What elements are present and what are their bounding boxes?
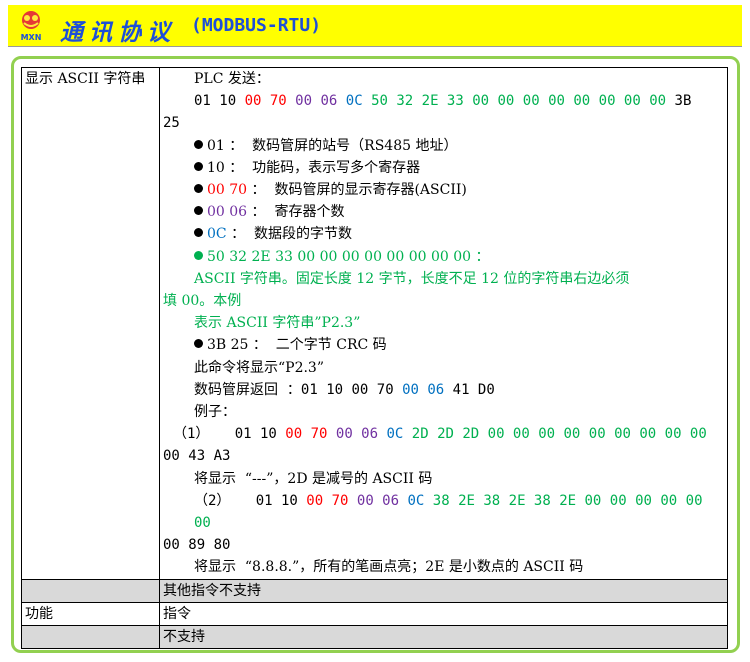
example-2-frame: （2） 01 10 00 70 00 06 0C 38 2E 38 2E 38 …: [194, 492, 703, 532]
bullet-register: 00 70 ： 数码管屏的显示寄存器(ASCII): [163, 179, 724, 201]
bullet-icon: [194, 339, 203, 349]
title-chinese: 通讯协议: [60, 19, 176, 46]
bullet-icon: [194, 228, 203, 238]
bullet-data: 50 32 2E 33 00 00 00 00 00 00 00 00 ：: [163, 246, 724, 268]
ascii-label-cell: 显示 ASCII 字符串: [21, 67, 160, 580]
data-desc-2: 填 00。本例: [163, 293, 242, 310]
ascii-label: 显示 ASCII 字符串: [25, 71, 146, 87]
function-row: 功能 指令: [21, 601, 728, 627]
example-1-frame-cont: 00 43 A3: [163, 448, 231, 465]
empty-cell: [21, 578, 160, 603]
command-display-note: 此命令将显示“P2.3”: [194, 359, 324, 376]
protocol-table: 显示 ASCII 字符串 PLC 发送： 01 10 00 70 00 06 0…: [21, 67, 728, 650]
bullet-icon: [194, 206, 203, 216]
bullet-function: 10 ： 功能码，表示写多个寄存器: [163, 157, 724, 179]
bullet-bytes: 0C ： 数据段的字节数: [163, 223, 724, 245]
example-1-note: 将显示 “---”，2D 是减号的 ASCII 码: [194, 470, 433, 487]
request-frame-crc: 25: [163, 115, 180, 132]
data-desc-3: 表示 ASCII 字符串”P2.3”: [194, 315, 361, 332]
title-bar: MXN 通讯协议 (MODBUS-RTU): [8, 5, 742, 47]
svg-text:MXN: MXN: [21, 33, 42, 42]
example-2-note: 将显示 “8.8.8.”，所有的笔画点亮；2E 是小数点的 ASCII 码: [194, 559, 584, 576]
bullet-count: 00 06 ： 寄存器个数: [163, 201, 724, 223]
bullet-icon: [194, 250, 203, 260]
request-frame: 01 10 00 70 00 06 0C 50 32 2E 33 00 00 0…: [194, 93, 692, 110]
title-english: (MODBUS-RTU): [191, 15, 322, 36]
unsupported-cell: 不支持: [159, 625, 728, 650]
ascii-row: 显示 ASCII 字符串 PLC 发送： 01 10 00 70 00 06 0…: [21, 67, 728, 580]
mxn-logo-icon: MXN: [21, 11, 42, 42]
ascii-detail-cell: PLC 发送： 01 10 00 70 00 06 0C 50 32 2E 33…: [159, 67, 728, 580]
plc-send-label: PLC 发送：: [194, 71, 270, 87]
example-label: 例子：: [194, 404, 236, 421]
bullet-crc: 3B 25 ： 二个字节 CRC 码: [163, 334, 724, 356]
example-1-frame: （1） 01 10 00 70 00 06 0C 2D 2D 2D 00 00 …: [173, 426, 707, 443]
example-2-frame-cont: 00 89 80: [163, 537, 231, 554]
bullet-icon: [194, 184, 203, 194]
unsupported-row: 不支持: [21, 625, 728, 650]
reply-line: 数码管屏返回 ：01 10 00 70 00 06 41 D0: [194, 381, 495, 398]
other-commands-row: 其他指令不支持: [21, 578, 728, 603]
bullet-icon: [194, 161, 203, 171]
command-label: 指令: [159, 601, 728, 627]
bullet-station: 01 ： 数码管屏的站号（RS485 地址）: [163, 135, 724, 157]
empty-cell: [21, 625, 160, 650]
bullet-icon: [194, 139, 203, 149]
data-desc-1: ASCII 字符串。固定长度 12 字节，长度不足 12 位的字符串右边必须: [194, 270, 630, 287]
other-commands-cell: 其他指令不支持: [159, 578, 728, 603]
function-label: 功能: [21, 601, 160, 627]
